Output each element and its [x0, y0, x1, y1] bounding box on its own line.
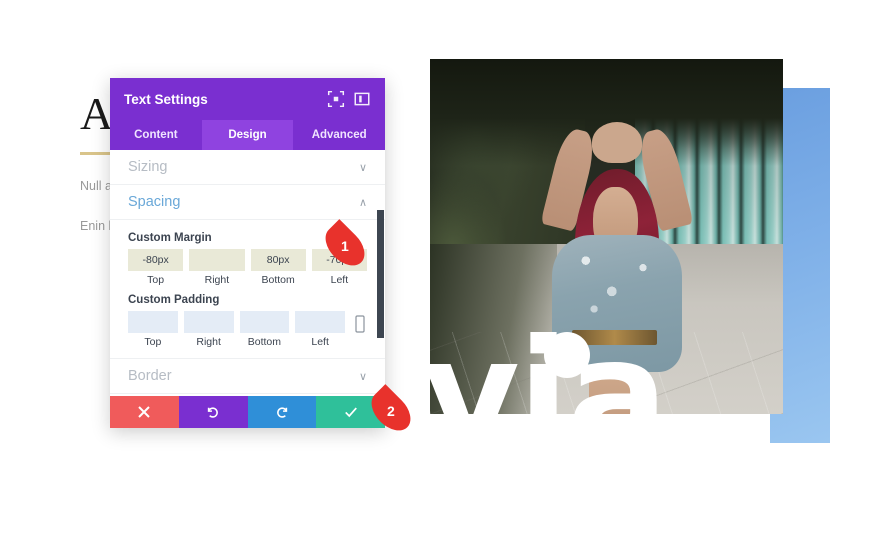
- padding-top-cell: Top: [128, 311, 178, 348]
- margin-right-cell: Right: [189, 249, 245, 286]
- padding-left-input[interactable]: [295, 311, 345, 333]
- custom-padding-fields: Top Right Bottom Left: [128, 311, 345, 348]
- cancel-button[interactable]: [110, 396, 179, 428]
- tab-advanced[interactable]: Advanced: [293, 120, 385, 150]
- padding-right-cell: Right: [183, 311, 234, 348]
- margin-bottom-cell: 80px Bottom: [250, 249, 306, 286]
- chevron-up-icon[interactable]: ∧: [359, 196, 367, 209]
- split-view-icon[interactable]: [353, 90, 371, 108]
- custom-padding-label: Custom Padding: [128, 294, 220, 306]
- custom-padding-row: Top Right Bottom Left: [128, 311, 367, 348]
- margin-top-cell: -80px Top: [128, 249, 184, 286]
- chevron-down-icon[interactable]: ∨: [359, 370, 367, 383]
- fullscreen-icon[interactable]: [327, 90, 345, 108]
- redo-icon: [276, 407, 288, 418]
- image-composition: via: [420, 45, 830, 470]
- section-sizing-label: Sizing: [128, 159, 168, 175]
- overlay-word: via: [422, 308, 668, 482]
- padding-right-input[interactable]: [183, 311, 234, 333]
- margin-left-label: Left: [330, 274, 349, 286]
- padding-top-label: Top: [144, 336, 162, 348]
- mobile-icon[interactable]: [353, 311, 367, 339]
- margin-bottom-input[interactable]: 80px: [250, 249, 306, 271]
- undo-button[interactable]: [178, 396, 248, 428]
- check-icon: [344, 407, 357, 418]
- margin-right-label: Right: [204, 274, 230, 286]
- section-spacing-label: Spacing: [128, 194, 181, 210]
- margin-top-label: Top: [147, 274, 165, 286]
- padding-bottom-input[interactable]: [239, 311, 290, 333]
- padding-top-input[interactable]: [128, 311, 178, 333]
- custom-margin-fields: -80px Top Right 80px Bottom -70px Left: [128, 249, 367, 286]
- panel-footer: [110, 396, 385, 428]
- screenshot-root: A Null a m max ligul mol Enin leo, plat …: [0, 0, 880, 541]
- close-icon: [138, 406, 151, 418]
- margin-right-input[interactable]: [189, 249, 245, 271]
- padding-left-cell: Left: [295, 311, 345, 348]
- chevron-down-icon[interactable]: ∨: [359, 161, 367, 174]
- panel-scrollbar[interactable]: [377, 210, 384, 338]
- tab-content[interactable]: Content: [110, 120, 202, 150]
- section-sizing[interactable]: Sizing ∨: [110, 150, 385, 185]
- margin-bottom-label: Bottom: [261, 274, 295, 286]
- panel-tabs[interactable]: Content Design Advanced: [110, 120, 385, 150]
- callout-badge-2-number: 2: [387, 402, 395, 419]
- panel-body: Sizing ∨ Spacing ∧ Custom Margin -80px T…: [110, 150, 385, 396]
- padding-bottom-label: Bottom: [247, 336, 281, 348]
- tab-design[interactable]: Design: [201, 120, 294, 150]
- redo-button[interactable]: [247, 396, 317, 428]
- section-border[interactable]: Border ∨: [110, 359, 385, 394]
- padding-right-label: Right: [196, 336, 221, 348]
- panel-title: Text Settings: [124, 91, 208, 107]
- undo-icon: [207, 407, 219, 418]
- padding-bottom-cell: Bottom: [239, 311, 290, 348]
- callout-badge-1-number: 1: [341, 237, 349, 254]
- section-border-label: Border: [128, 368, 172, 384]
- section-spacing[interactable]: Spacing ∧: [110, 185, 385, 220]
- padding-left-label: Left: [311, 336, 329, 348]
- margin-top-input[interactable]: -80px: [128, 249, 184, 271]
- panel-header: Text Settings: [110, 78, 385, 120]
